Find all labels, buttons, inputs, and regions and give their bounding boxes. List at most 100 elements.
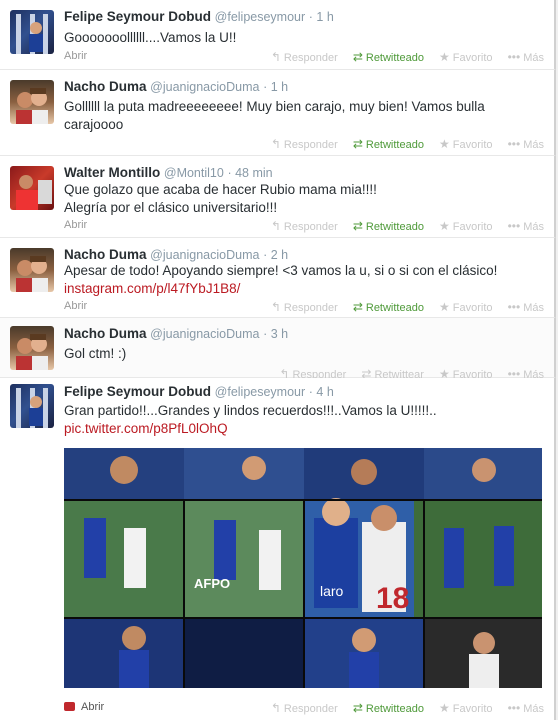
tweet-actions: ↰ Responder ⇄ Retwitteado ★ Favorito ••• Más [259, 701, 544, 715]
user-handle[interactable]: @felipeseymour [215, 385, 306, 399]
reply-label: Responder [283, 221, 338, 233]
timeline: Felipe Seymour Dobud @felipeseymour · 1 … [0, 0, 558, 720]
more-label: Más [523, 139, 544, 151]
tweet-photo[interactable]: 18 laro AFPO [64, 448, 542, 688]
user-handle[interactable]: @juanignacioDuma [150, 80, 259, 94]
more-button[interactable]: ••• Más [508, 50, 544, 64]
more-button[interactable]: ••• Más [508, 137, 544, 151]
tweet-text-line: Gol ctm! :) [64, 346, 127, 361]
timestamp[interactable]: · 48 min [227, 166, 272, 180]
tweet[interactable]: Felipe Seymour Dobud @felipeseymour · 1 … [0, 0, 556, 70]
retweet-button[interactable]: ⇄ Retwitteado [353, 137, 424, 151]
retweet-button[interactable]: ⇄ Retwitteado [353, 701, 424, 715]
tweet[interactable]: Walter Montillo @Montil10 · 48 min Que g… [0, 156, 556, 238]
favorite-label: Favorito [452, 302, 493, 314]
tweet[interactable]: Nacho Duma @juanignacioDuma · 3 h Gol ct… [0, 318, 556, 381]
tweet-text: Gran partido!!...Grandes y lindos recuer… [64, 402, 544, 438]
tweet-text-line: Apesar de todo! Apoyando siempre! <3 vam… [64, 263, 498, 278]
open-tweet-link[interactable]: Abrir [64, 50, 87, 62]
star-icon: ★ [439, 701, 450, 715]
retweet-label: Retwitteado [365, 703, 424, 715]
ad-board-text: AFPO [194, 576, 230, 591]
tweet-link[interactable]: instagram.com/p/l47fYbJ1B8/ [64, 280, 544, 298]
more-label: Más [523, 703, 544, 715]
star-icon: ★ [439, 137, 450, 151]
user-name[interactable]: Walter Montillo [64, 165, 160, 180]
retweet-icon: ⇄ [352, 701, 363, 715]
ellipsis-icon: ••• [507, 50, 521, 64]
open-tweet-link[interactable]: Abrir [64, 300, 87, 312]
avatar[interactable] [10, 248, 54, 292]
avatar[interactable] [10, 10, 54, 54]
favorite-label: Favorito [452, 221, 493, 233]
ellipsis-icon: ••• [507, 219, 521, 233]
more-button[interactable]: ••• Más [508, 701, 544, 715]
timestamp[interactable]: · 3 h [263, 327, 288, 341]
favorite-button[interactable]: ★ Favorito [439, 701, 493, 715]
user-handle[interactable]: @Montil10 [164, 166, 224, 180]
ellipsis-icon: ••• [507, 300, 521, 314]
timestamp[interactable]: · 1 h [309, 10, 334, 24]
reply-label: Responder [283, 703, 338, 715]
user-name[interactable]: Felipe Seymour Dobud [64, 9, 211, 24]
avatar[interactable] [10, 384, 54, 428]
reply-button[interactable]: ↰ Responder [271, 701, 338, 715]
retweet-icon: ⇄ [352, 137, 363, 151]
retweet-icon: ⇄ [352, 300, 363, 314]
user-handle[interactable]: @juanignacioDuma [150, 248, 259, 262]
avatar[interactable] [10, 326, 54, 370]
open-media-label: Abrir [81, 701, 105, 713]
reply-button[interactable]: ↰ Responder [271, 300, 338, 314]
reply-label: Responder [283, 139, 338, 151]
retweet-button[interactable]: ⇄ Retwitteado [353, 219, 424, 233]
favorite-label: Favorito [452, 139, 493, 151]
tweet[interactable]: Nacho Duma @juanignacioDuma · 2 h Apesar… [0, 238, 556, 318]
tweet-header: Felipe Seymour Dobud @felipeseymour · 4 … [64, 384, 334, 399]
retweet-icon: ⇄ [352, 219, 363, 233]
retweet-button[interactable]: ⇄ Retwitteado [353, 300, 424, 314]
tweet-text: Gooooooollllll....Vamos la U!! [64, 29, 544, 47]
timestamp[interactable]: · 1 h [263, 80, 288, 94]
tweet[interactable]: Nacho Duma @juanignacioDuma · 1 h Gollll… [0, 70, 556, 156]
timestamp[interactable]: · 4 h [309, 385, 334, 399]
more-button[interactable]: ••• Más [508, 300, 544, 314]
open-media-link[interactable]: Abrir [64, 701, 104, 713]
tweet-text: Gol ctm! :) [64, 345, 544, 363]
avatar-image [16, 14, 48, 54]
user-name[interactable]: Nacho Duma [64, 247, 147, 262]
user-name[interactable]: Nacho Duma [64, 79, 147, 94]
avatar-image [16, 88, 48, 124]
favorite-label: Favorito [452, 703, 493, 715]
reply-label: Responder [283, 302, 338, 314]
tweet-text-line: Gollllll la puta madreeeeeeee! Muy bien … [64, 99, 485, 114]
tweet-link[interactable]: pic.twitter.com/p8PfL0lOhQ [64, 420, 544, 438]
retweet-icon: ⇄ [352, 50, 363, 64]
favorite-button[interactable]: ★ Favorito [439, 300, 493, 314]
jersey-sponsor: laro [320, 583, 344, 599]
user-name[interactable]: Nacho Duma [64, 326, 147, 341]
tweet-text-line: carajoooo [64, 117, 124, 132]
more-button[interactable]: ••• Más [508, 219, 544, 233]
retweet-button[interactable]: ⇄ Retwitteado [353, 50, 424, 64]
reply-button[interactable]: ↰ Responder [271, 137, 338, 151]
user-handle[interactable]: @felipeseymour [215, 10, 306, 24]
favorite-button[interactable]: ★ Favorito [439, 219, 493, 233]
reply-button[interactable]: ↰ Responder [271, 219, 338, 233]
more-label: Más [523, 302, 544, 314]
tweet-text: Apesar de todo! Apoyando siempre! <3 vam… [64, 262, 544, 298]
avatar[interactable] [10, 166, 54, 210]
star-icon: ★ [439, 50, 450, 64]
photo-collage: 18 laro AFPO [64, 448, 542, 688]
favorite-button[interactable]: ★ Favorito [439, 137, 493, 151]
tweet-actions: ↰ Responder ⇄ Retwitteado ★ Favorito ••• Más [259, 50, 544, 64]
favorite-button[interactable]: ★ Favorito [439, 50, 493, 64]
open-tweet-link[interactable]: Abrir [64, 219, 87, 231]
user-handle[interactable]: @juanignacioDuma [150, 327, 259, 341]
avatar[interactable] [10, 80, 54, 124]
reply-button[interactable]: ↰ Responder [271, 50, 338, 64]
reply-arrow-icon: ↰ [270, 137, 281, 151]
timestamp[interactable]: · 2 h [263, 248, 288, 262]
user-name[interactable]: Felipe Seymour Dobud [64, 384, 211, 399]
jersey-number: 18 [376, 582, 409, 615]
tweet-header: Nacho Duma @juanignacioDuma · 3 h [64, 326, 288, 341]
